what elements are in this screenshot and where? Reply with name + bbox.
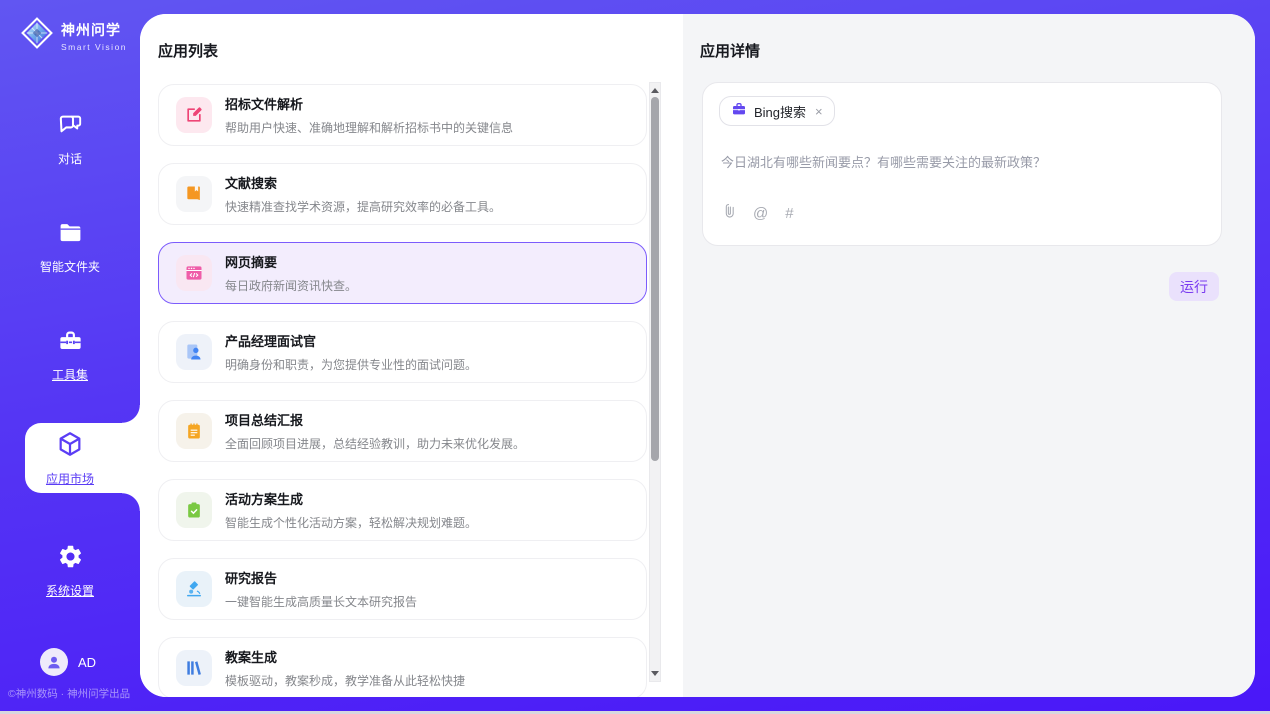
app-card-desc: 智能生成个性化活动方案，轻松解决规划难题。 xyxy=(225,514,477,531)
app-card-literature-search[interactable]: 文献搜索 快速精准查找学术资源，提高研究效率的必备工具。 xyxy=(158,163,647,225)
user-profile[interactable]: AD xyxy=(40,648,96,676)
interviewer-icon xyxy=(176,334,212,370)
sidebar-item-toolset[interactable]: 工具集 xyxy=(0,322,140,388)
app-card-project-summary[interactable]: 项目总结汇报 全面回顾项目进展，总结经验教训，助力未来优化发展。 xyxy=(158,400,647,462)
app-list-title: 应用列表 xyxy=(158,40,218,61)
app-card-desc: 明确身份和职责，为您提供专业性的面试问题。 xyxy=(225,356,477,373)
app-card-desc: 帮助用户快速、准确地理解和解析招标书中的关键信息 xyxy=(225,119,513,136)
app-card-research-report[interactable]: 研究报告 一键智能生成高质量长文本研究报告 xyxy=(158,558,647,620)
avatar xyxy=(40,648,68,676)
sidebar-item-system-settings[interactable]: 系统设置 xyxy=(0,538,140,604)
app-card-title: 文献搜索 xyxy=(225,173,501,192)
sidebar-item-chat[interactable]: 对话 xyxy=(0,106,140,172)
gear-icon xyxy=(57,543,84,575)
brand-logo: 神州问学 Smart Vision xyxy=(20,16,127,55)
chat-icon xyxy=(57,111,84,143)
diamond-logo-icon xyxy=(20,16,54,55)
content-area: 应用列表 招标文件解析 帮助用户快速、准确地理解和解析招标书中的关键信息 xyxy=(140,14,1255,697)
sidebar-item-label: 对话 xyxy=(58,150,82,167)
edit-square-icon xyxy=(176,97,212,133)
app-card-title: 产品经理面试官 xyxy=(225,331,477,350)
app-card-desc: 每日政府新闻资讯快查。 xyxy=(225,277,357,294)
app-card-desc: 一键智能生成高质量长文本研究报告 xyxy=(225,593,417,610)
sidebar-item-app-market[interactable]: 应用市场 xyxy=(0,425,140,491)
run-button[interactable]: 运行 xyxy=(1169,272,1219,301)
app-card-desc: 全面回顾项目进展，总结经验教训，助力未来优化发展。 xyxy=(225,435,525,452)
app-card-title: 招标文件解析 xyxy=(225,94,513,113)
hashtag-icon[interactable]: # xyxy=(785,205,793,222)
app-card-title: 网页摘要 xyxy=(225,252,357,271)
book-icon xyxy=(176,176,212,212)
copyright-footer: ©神州数码 · 神州问学出品 xyxy=(8,686,130,701)
app-card-pm-interviewer[interactable]: 产品经理面试官 明确身份和职责，为您提供专业性的面试问题。 xyxy=(158,321,647,383)
app-card-list: 招标文件解析 帮助用户快速、准确地理解和解析招标书中的关键信息 文献搜索 快速精… xyxy=(158,84,647,697)
app-card-bid-parse[interactable]: 招标文件解析 帮助用户快速、准确地理解和解析招标书中的关键信息 xyxy=(158,84,647,146)
sidebar-item-smart-folder[interactable]: 智能文件夹 xyxy=(0,214,140,280)
app-detail-panel: 应用详情 Bing搜索 × 今日湖北有哪些新闻要点？有哪些需要关注的最新政 xyxy=(683,14,1255,697)
app-card-title: 项目总结汇报 xyxy=(225,410,525,429)
notepad-icon xyxy=(176,413,212,449)
cube-icon xyxy=(56,430,84,463)
app-card-desc: 模板驱动，教案秒成，教学准备从此轻松快捷 xyxy=(225,672,465,689)
sidebar: 神州问学 Smart Vision 对话 智能文件夹 xyxy=(0,0,140,711)
scrollbar[interactable] xyxy=(649,82,661,682)
folder-icon xyxy=(57,219,84,251)
app-card-title: 活动方案生成 xyxy=(225,489,477,508)
tool-chip-bing-search[interactable]: Bing搜索 × xyxy=(719,96,835,126)
brand-subtitle: Smart Vision xyxy=(61,42,127,52)
clipboard-check-icon xyxy=(176,492,212,528)
scrollbar-thumb[interactable] xyxy=(651,97,659,461)
sidebar-item-label: 应用市场 xyxy=(46,470,94,487)
books-icon xyxy=(176,650,212,686)
sidebar-item-label: 智能文件夹 xyxy=(40,258,100,275)
toolbox-icon xyxy=(57,327,84,359)
briefcase-icon xyxy=(731,101,747,122)
sidebar-item-label: 系统设置 xyxy=(46,582,94,599)
sidebar-item-label: 工具集 xyxy=(52,366,88,383)
app-card-lesson-plan[interactable]: 教案生成 模板驱动，教案秒成，教学准备从此轻松快捷 xyxy=(158,637,647,697)
app-card-web-summary[interactable]: 网页摘要 每日政府新闻资讯快查。 xyxy=(158,242,647,304)
user-name: AD xyxy=(78,655,96,670)
scroll-up-icon[interactable] xyxy=(651,88,659,93)
microscope-icon xyxy=(176,571,212,607)
paperclip-icon[interactable] xyxy=(721,202,736,224)
input-toolbar: @ # xyxy=(721,202,794,224)
mention-icon[interactable]: @ xyxy=(753,205,768,222)
brand-name: 神州问学 xyxy=(61,20,127,40)
app-card-title: 教案生成 xyxy=(225,647,465,666)
app-detail-title: 应用详情 xyxy=(700,40,760,61)
prompt-text[interactable]: 今日湖北有哪些新闻要点？有哪些需要关注的最新政策？ xyxy=(721,152,1201,171)
close-icon[interactable]: × xyxy=(815,104,823,119)
tool-chip-label: Bing搜索 xyxy=(754,102,806,121)
app-card-title: 研究报告 xyxy=(225,568,417,587)
app-list-panel: 应用列表 招标文件解析 帮助用户快速、准确地理解和解析招标书中的关键信息 xyxy=(140,14,683,697)
scroll-down-icon[interactable] xyxy=(651,671,659,676)
browser-code-icon xyxy=(176,255,212,291)
app-card-event-plan[interactable]: 活动方案生成 智能生成个性化活动方案，轻松解决规划难题。 xyxy=(158,479,647,541)
app-card-desc: 快速精准查找学术资源，提高研究效率的必备工具。 xyxy=(225,198,501,215)
app-window: 神州问学 Smart Vision 对话 智能文件夹 xyxy=(0,0,1270,714)
prompt-input-card[interactable]: Bing搜索 × 今日湖北有哪些新闻要点？有哪些需要关注的最新政策？ @ xyxy=(702,82,1222,246)
